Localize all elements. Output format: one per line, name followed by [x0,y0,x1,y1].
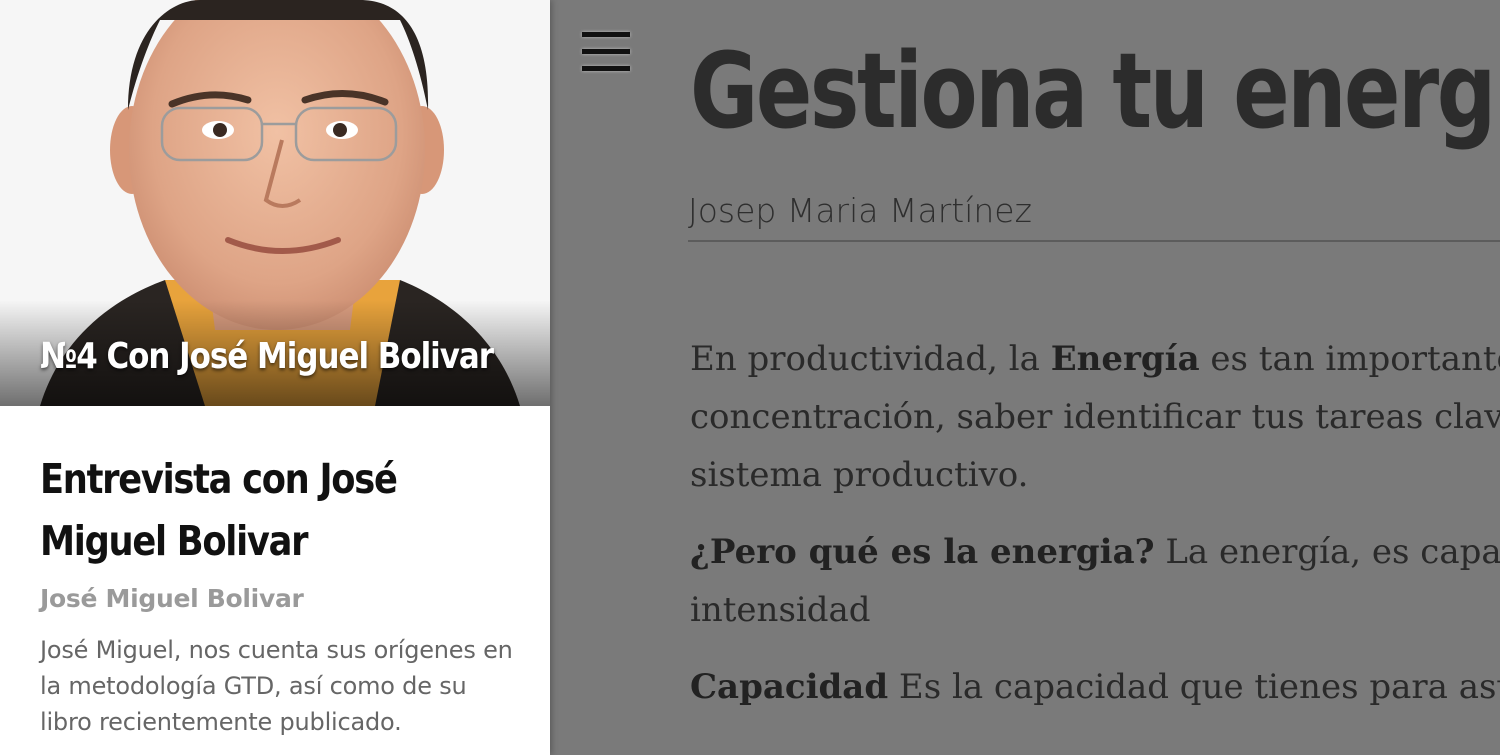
p2-bold: ¿Pero qué es la energia? [690,532,1155,572]
p2-line1-rest: La energía, es capacid [1165,532,1500,572]
card-author: José Miguel Bolivar [40,584,304,613]
hamburger-menu-icon[interactable] [576,26,636,78]
menu-bar-bottom [582,66,630,71]
card-title[interactable]: Entrevista con José Miguel Bolivar [40,448,470,572]
paragraph-2: ¿Pero qué es la energia? La energía, es … [690,523,1500,639]
paragraph-1: En productividad, la Energía es tan impo… [690,330,1500,504]
card-description: José Miguel, nos cuenta sus orígenes en … [40,636,513,736]
p1-line1-rest: es tan importante co [1210,339,1500,379]
featured-card-image[interactable]: №4 Con José Miguel Bolivar [0,0,550,406]
menu-bar-middle [582,49,630,54]
p2-line2: intensidad [690,590,871,630]
article-title: Gestiona tu energía [690,30,1500,152]
p1-line2: concentración, saber identificar tus tar… [690,397,1500,437]
p1-text: En productividad, la [690,339,1051,379]
p1-line3: sistema productivo. [690,455,1029,495]
p3-bold: Capacidad [690,667,889,707]
p3-line1-rest: Es la capacidad que tienes para asumi [888,667,1500,707]
paragraph-3: Capacidad Es la capacidad que tienes par… [690,658,1500,716]
side-drawer: №4 Con José Miguel Bolivar Entrevista co… [0,0,550,755]
article-body: En productividad, la Energía es tan impo… [690,330,1500,735]
menu-bar-top [582,32,630,37]
article-author: Josep Maria Martínez [688,191,1500,242]
p1-bold: Energía [1050,339,1200,379]
hero-caption: №4 Con José Miguel Bolivar [40,336,494,377]
